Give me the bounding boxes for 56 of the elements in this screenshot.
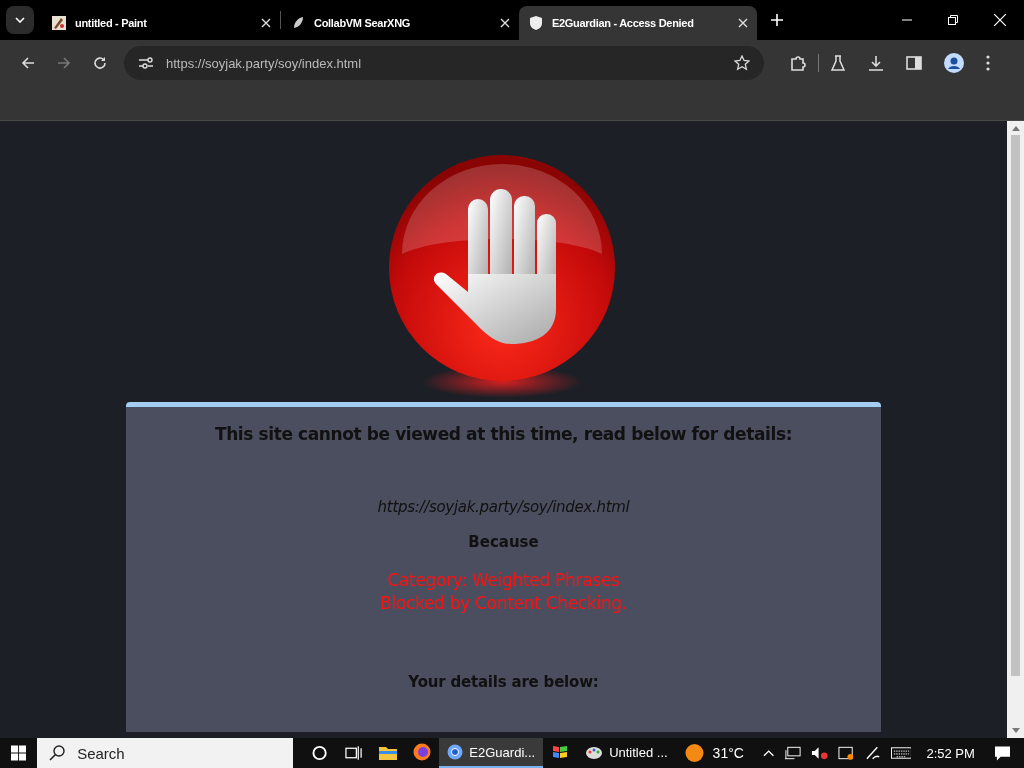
browser-globe-icon: [413, 743, 432, 761]
puzzle-icon[interactable]: [789, 54, 807, 72]
close-icon[interactable]: [500, 18, 510, 28]
shield-icon: [528, 15, 544, 31]
scrollbar[interactable]: [1007, 121, 1024, 738]
restore-icon[interactable]: [948, 15, 958, 25]
circle-icon[interactable]: [312, 745, 328, 761]
windows-logo-icon[interactable]: [11, 745, 27, 761]
tab-search-button[interactable]: [6, 6, 34, 34]
reload-icon[interactable]: [93, 56, 107, 70]
scroll-down-icon[interactable]: [1011, 728, 1020, 734]
flask-icon[interactable]: [830, 55, 846, 71]
chevron-up-icon[interactable]: [762, 749, 775, 757]
taskbar-app[interactable]: E2Guardi...: [439, 738, 544, 768]
paint-icon: [51, 15, 67, 31]
back-arrow-icon[interactable]: [21, 56, 35, 70]
scroll-up-icon[interactable]: [1011, 125, 1020, 131]
pen-icon[interactable]: [865, 745, 881, 761]
search-field[interactable]: Search: [37, 738, 294, 768]
address-bar[interactable]: https://soyjak.party/soy/index.html: [124, 46, 764, 80]
profile-icon[interactable]: [944, 53, 964, 73]
caret-icon: [15, 17, 25, 23]
blocked-url: https://soyjak.party/soy/index.html: [377, 498, 630, 516]
browser-tab[interactable]: CollabVM SearXNG: [281, 6, 519, 40]
block-heading: This site cannot be viewed at this time, read below for details:: [214, 424, 793, 444]
tray-app-icon[interactable]: [838, 745, 856, 761]
block-reason: Blocked by Content Checking.: [380, 592, 627, 615]
muted-speaker-icon[interactable]: [811, 746, 829, 760]
site-settings-icon[interactable]: [138, 56, 154, 70]
task-view-icon[interactable]: [345, 745, 363, 761]
block-reason: Category: Weighted Phrases: [387, 569, 620, 592]
palette-icon: [585, 744, 604, 760]
scroll-thumb[interactable]: [1011, 135, 1020, 676]
close-icon[interactable]: [261, 18, 271, 28]
download-icon[interactable]: [868, 55, 884, 71]
notification-icon[interactable]: [994, 745, 1010, 761]
search-icon: [49, 745, 66, 761]
temperature[interactable]: 31°C: [712, 745, 744, 761]
close-icon[interactable]: [738, 18, 748, 28]
plus-icon[interactable]: [771, 14, 783, 26]
side-panel-icon[interactable]: [906, 55, 922, 71]
taskbar-app[interactable]: Untitled ...: [577, 738, 676, 768]
forward-arrow-icon[interactable]: [57, 56, 71, 70]
folder-icon: [379, 744, 398, 760]
network-icon[interactable]: [784, 746, 802, 760]
sun-icon[interactable]: [684, 743, 704, 763]
details-heading: Your details are below:: [408, 673, 599, 691]
browser-globe-icon: [447, 744, 464, 760]
menu-icon[interactable]: [986, 55, 990, 71]
flag-icon: [551, 744, 570, 760]
browser-tab[interactable]: E2Guardian - Access Denied: [519, 6, 757, 40]
clock[interactable]: 2:52 PM: [926, 745, 975, 761]
because-label: Because: [468, 533, 539, 551]
star-icon[interactable]: [734, 55, 750, 71]
browser-tab[interactable]: untitled - Paint: [42, 6, 280, 40]
keyboard-icon[interactable]: [890, 747, 912, 759]
